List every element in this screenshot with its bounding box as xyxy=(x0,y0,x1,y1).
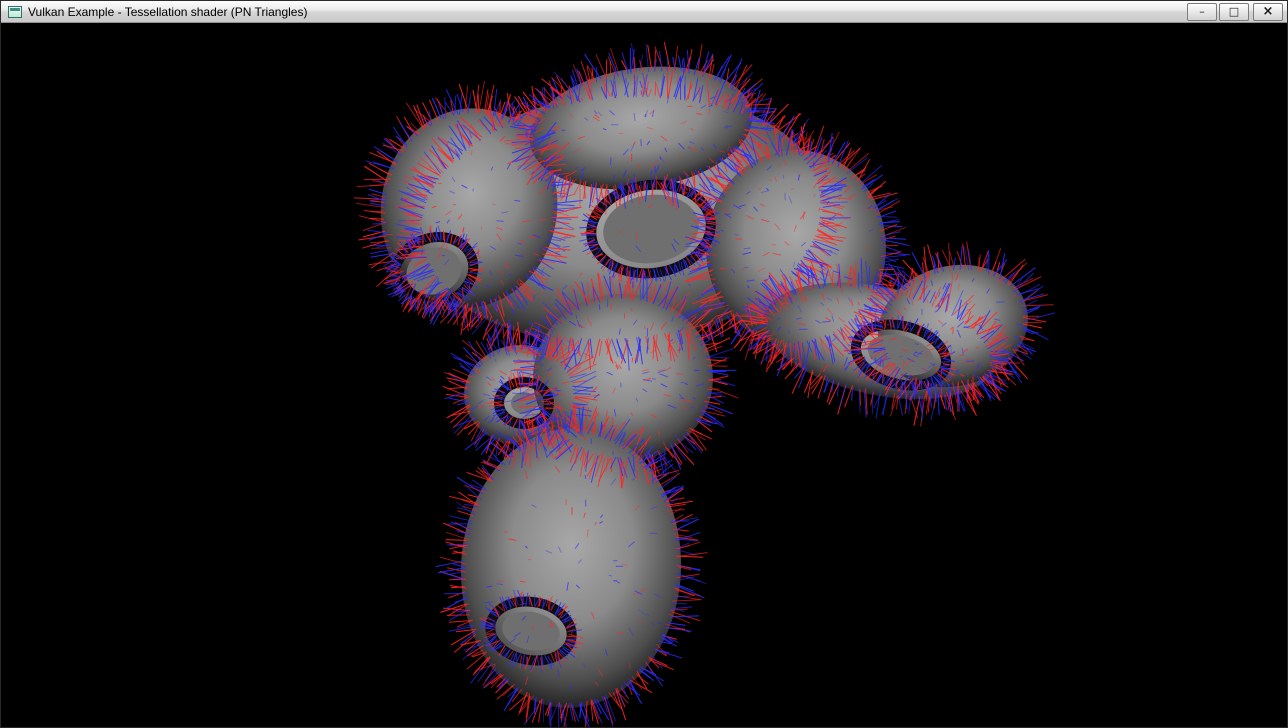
maximize-button[interactable]: □ xyxy=(1219,3,1249,21)
window-title: Vulkan Example - Tessellation shader (PN… xyxy=(28,5,307,19)
minimize-button[interactable]: – xyxy=(1187,3,1217,21)
tessellation-render xyxy=(1,23,1287,727)
close-button[interactable]: × xyxy=(1253,3,1283,21)
window-controls: – □ × xyxy=(1185,3,1283,21)
app-icon xyxy=(8,6,22,18)
titlebar[interactable]: Vulkan Example - Tessellation shader (PN… xyxy=(1,1,1287,23)
render-viewport[interactable] xyxy=(1,23,1287,727)
app-window: Vulkan Example - Tessellation shader (PN… xyxy=(0,0,1288,728)
